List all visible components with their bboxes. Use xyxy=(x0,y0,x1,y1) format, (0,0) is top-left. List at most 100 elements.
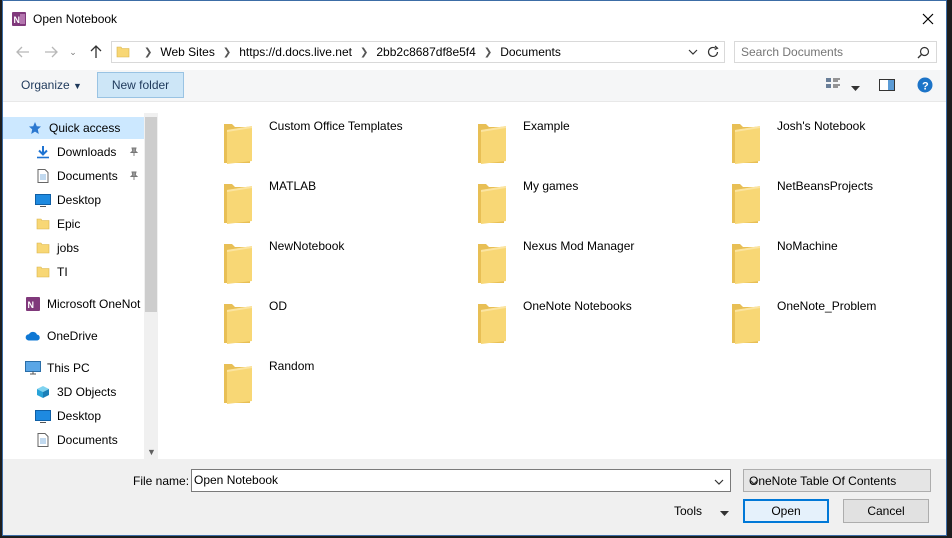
breadcrumb-id[interactable]: 2bb2c8687df8e5f4 xyxy=(376,45,475,59)
breadcrumb-documents[interactable]: Documents xyxy=(500,45,561,59)
nav-item-label: TI xyxy=(57,265,68,279)
nav-item-label: jobs xyxy=(57,241,80,255)
new-folder-button[interactable]: New folder xyxy=(97,72,184,98)
file-name-input[interactable] xyxy=(194,473,694,487)
close-icon[interactable] xyxy=(916,7,940,31)
folder-item[interactable]: OD xyxy=(223,295,463,345)
help-icon[interactable]: ? xyxy=(917,77,933,96)
cancel-button[interactable]: Cancel xyxy=(843,499,929,523)
address-history-chevron-icon[interactable] xyxy=(688,46,698,60)
title-bar: N Open Notebook xyxy=(3,1,946,37)
file-name-combobox[interactable] xyxy=(191,469,731,492)
chevron-down-icon[interactable] xyxy=(749,476,924,490)
star-icon xyxy=(27,120,43,136)
refresh-icon[interactable] xyxy=(706,45,720,62)
folder-icon xyxy=(731,303,761,348)
search-icon[interactable] xyxy=(917,46,930,62)
forward-arrow-icon[interactable] xyxy=(41,42,61,62)
back-arrow-icon[interactable] xyxy=(13,42,33,62)
file-type-select[interactable]: OneNote Table Of Contents xyxy=(743,469,931,492)
folder-item[interactable]: Nexus Mod Manager xyxy=(477,235,717,285)
pin-icon[interactable] xyxy=(129,170,139,184)
recent-locations-chevron-icon[interactable]: ⌄ xyxy=(63,42,83,62)
folder-name: OD xyxy=(269,299,287,313)
change-view-icon[interactable] xyxy=(825,77,841,94)
open-button[interactable]: Open xyxy=(743,499,829,523)
folder-icon xyxy=(35,216,51,232)
folder-name: Josh's Notebook xyxy=(777,119,866,133)
folder-icon xyxy=(223,243,253,288)
nav-item-label: Documents xyxy=(57,433,118,447)
folder-icon xyxy=(223,363,253,408)
search-input[interactable] xyxy=(741,44,911,60)
organize-label: Organize xyxy=(21,78,70,92)
folder-item[interactable]: Random xyxy=(223,355,463,405)
folder-icon xyxy=(731,123,761,168)
folder-item[interactable]: NoMachine xyxy=(731,235,946,285)
nav-item-onedrive[interactable]: OneDrive xyxy=(25,325,98,347)
document-icon xyxy=(35,168,51,184)
tools-button[interactable]: Tools xyxy=(674,504,729,518)
folder-item[interactable]: Custom Office Templates xyxy=(223,115,463,165)
desktop-icon xyxy=(35,408,51,424)
folder-item[interactable]: NetBeansProjects xyxy=(731,175,946,225)
tools-label: Tools xyxy=(674,504,703,518)
folder-item[interactable]: MATLAB xyxy=(223,175,463,225)
breadcrumb-separator-icon[interactable]: ❯ xyxy=(484,47,492,58)
nav-item-ti[interactable]: TI xyxy=(35,261,68,283)
chevron-down-icon[interactable] xyxy=(714,476,724,490)
search-box[interactable] xyxy=(734,41,937,63)
nav-item-3d-objects[interactable]: 3D Objects xyxy=(35,381,116,403)
breadcrumb-separator-icon[interactable]: ❯ xyxy=(223,47,231,58)
folder-icon xyxy=(35,264,51,280)
nav-item-documents[interactable]: Documents xyxy=(35,165,118,187)
breadcrumb-web-sites[interactable]: Web Sites xyxy=(160,45,214,59)
open-notebook-dialog: N Open Notebook ⌄ ❯ Web Sites ❯ https://… xyxy=(2,0,947,536)
breadcrumb-separator-icon: ❯ xyxy=(144,46,153,58)
folder-item[interactable]: My games xyxy=(477,175,717,225)
onenote-icon: N xyxy=(25,296,41,312)
folder-item[interactable]: Josh's Notebook xyxy=(731,115,946,168)
folder-name: NetBeansProjects xyxy=(777,179,874,193)
breadcrumb-separator-icon[interactable]: ❯ xyxy=(360,47,368,58)
organize-button[interactable]: Organize ▼ xyxy=(21,78,82,92)
svg-text:N: N xyxy=(28,300,35,310)
download-arrow-icon xyxy=(35,144,51,160)
nav-scrollbar[interactable]: ▼ xyxy=(144,113,158,459)
nav-item-jobs[interactable]: jobs xyxy=(35,237,79,259)
scrollbar-thumb[interactable] xyxy=(145,117,157,312)
folder-item[interactable]: NewNotebook xyxy=(223,235,463,285)
nav-item-pc-desktop[interactable]: Desktop xyxy=(35,405,101,427)
folder-icon xyxy=(35,240,51,256)
onenote-app-icon: N xyxy=(11,11,27,27)
folder-name: Custom Office Templates xyxy=(269,119,403,133)
nav-item-downloads[interactable]: Downloads xyxy=(35,141,116,163)
folder-name: NoMachine xyxy=(777,239,838,253)
folder-name: OneNote Notebooks xyxy=(523,299,632,313)
view-options-chevron-icon[interactable] xyxy=(851,81,860,95)
nav-item-onenote[interactable]: N Microsoft OneNot xyxy=(25,293,140,315)
nav-item-label: Desktop xyxy=(57,409,102,423)
preview-pane-icon[interactable] xyxy=(879,78,895,95)
up-arrow-icon[interactable] xyxy=(86,42,106,62)
nav-quick-access[interactable]: Quick access xyxy=(3,117,144,139)
nav-item-pc-documents[interactable]: Documents xyxy=(35,429,118,451)
nav-item-epic[interactable]: Epic xyxy=(35,213,80,235)
address-bar[interactable]: ❯ Web Sites ❯ https://d.docs.live.net ❯ … xyxy=(111,41,725,63)
nav-item-this-pc[interactable]: This PC xyxy=(25,357,90,379)
nav-item-label: Desktop xyxy=(57,193,102,207)
nav-quick-access-label: Quick access xyxy=(49,121,121,135)
pin-icon[interactable] xyxy=(129,146,139,160)
folder-item[interactable]: OneNote_Problem xyxy=(731,295,946,348)
scroll-down-arrow-icon[interactable]: ▼ xyxy=(147,447,156,457)
folder-item[interactable]: Example xyxy=(477,115,717,165)
folder-icon xyxy=(223,123,253,168)
computer-icon xyxy=(25,360,41,376)
nav-item-label: Documents xyxy=(57,169,118,183)
file-name-label: File name: xyxy=(133,474,190,488)
breadcrumb-url[interactable]: https://d.docs.live.net xyxy=(239,45,352,59)
folder-name: MATLAB xyxy=(269,179,317,193)
folder-item[interactable]: OneNote Notebooks xyxy=(477,295,717,345)
nav-item-desktop[interactable]: Desktop xyxy=(35,189,101,211)
folder-name: My games xyxy=(523,179,579,193)
